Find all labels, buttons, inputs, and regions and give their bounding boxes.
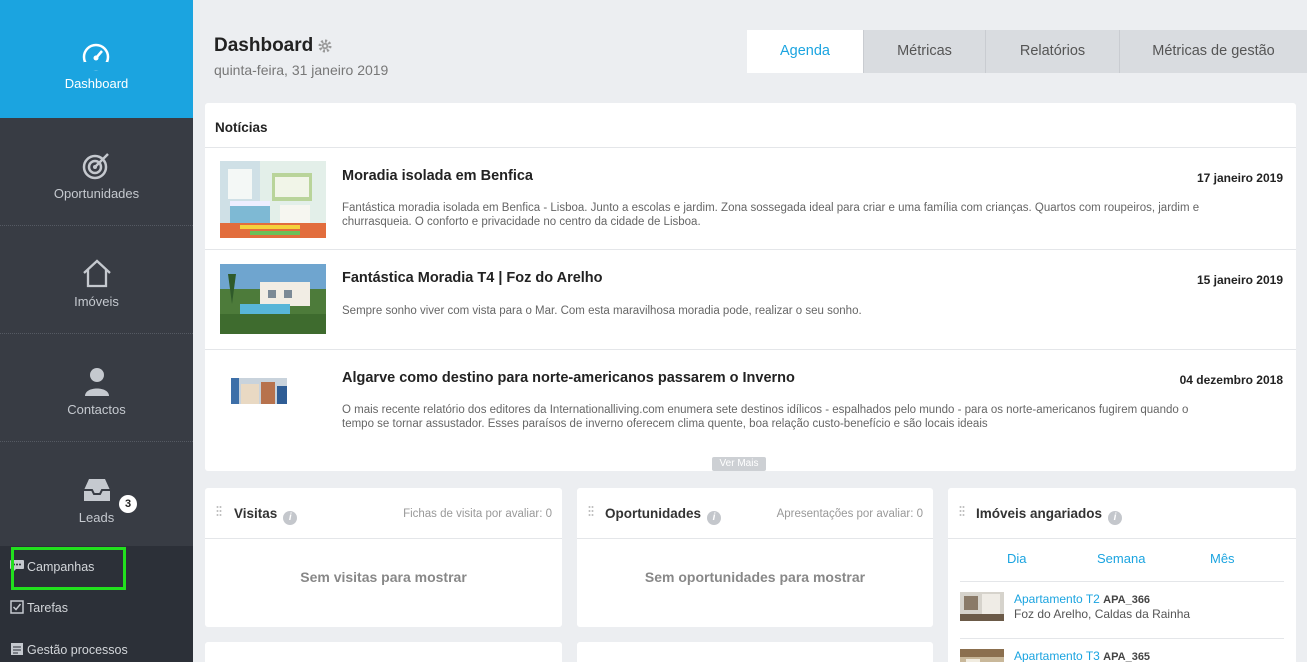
property-title[interactable]: Apartamento T3 — [1014, 649, 1100, 662]
sidebar-item-tarefas[interactable]: Tarefas — [10, 598, 68, 618]
property-name: Apartamento T3 APA_365 — [1014, 649, 1150, 662]
property-thumbnail — [960, 649, 1004, 662]
tab-metricas-gestao[interactable]: Métricas de gestão — [1119, 30, 1307, 73]
divider — [205, 538, 562, 539]
drag-handle-icon[interactable] — [588, 505, 594, 519]
sidebar-item-dashboard[interactable]: Dashboard — [0, 0, 193, 118]
inbox-icon — [84, 479, 110, 501]
property-item[interactable]: Apartamento T2 APA_366 Foz do Arelho, Ca… — [960, 586, 1280, 638]
widget-card — [577, 642, 933, 662]
sidebar-item-label: Tarefas — [27, 601, 68, 615]
sidebar-item-label: Dashboard — [64, 76, 129, 91]
sidebar: Dashboard Oportunidades Imóveis Contacto… — [0, 0, 193, 662]
info-icon[interactable]: i — [283, 511, 298, 525]
news-title[interactable]: Algarve como destino para norte-american… — [342, 370, 795, 386]
visitas-card: Visitas i Fichas de visita por avaliar: 0… — [205, 488, 562, 627]
villa-photo — [220, 264, 326, 334]
visitas-pending: Fichas de visita por avaliar: 0 — [403, 508, 552, 520]
property-name: Apartamento T2 APA_366 — [1014, 592, 1150, 606]
campanhas-highlight-box — [11, 547, 126, 590]
oportunidades-card: Oportunidades i Apresentações por avaliar… — [577, 488, 933, 627]
news-title[interactable]: Fantástica Moradia T4 | Foz do Arelho — [342, 270, 603, 286]
news-description: Fantástica moradia isolada em Benfica - … — [342, 202, 1200, 228]
sidebar-item-oportunidades[interactable]: Oportunidades — [0, 118, 193, 226]
tab-agenda[interactable]: Agenda — [747, 30, 863, 73]
tab-relatorios[interactable]: Relatórios — [985, 30, 1119, 73]
gear-icon[interactable] — [318, 39, 332, 53]
person-icon — [85, 368, 109, 396]
target-icon — [82, 153, 109, 180]
news-item[interactable]: Moradia isolada em Benfica 17 janeiro 20… — [205, 147, 1296, 249]
sidebar-item-label: Contactos — [67, 402, 126, 417]
see-more-button[interactable]: Ver Mais — [712, 457, 766, 471]
news-date: 15 janeiro 2019 — [1196, 273, 1283, 287]
property-ref: APA_366 — [1103, 594, 1151, 606]
sidebar-item-gestao-processos[interactable]: Gestão processos — [10, 640, 128, 660]
property-location: Foz do Arelho, Caldas da Rainha — [1014, 607, 1191, 621]
imoveis-angariados-card: Imóveis angariados i Dia Semana Mês Apart… — [948, 488, 1296, 662]
leads-count-badge: 3 — [119, 495, 137, 513]
info-icon[interactable]: i — [1108, 511, 1123, 525]
visitas-title: Visitas i — [234, 506, 298, 525]
divider — [577, 538, 933, 539]
sidebar-item-imoveis[interactable]: Imóveis — [0, 226, 193, 334]
apartment-photo — [960, 592, 1004, 621]
news-thumbnail — [220, 161, 326, 238]
oportunidades-pending: Apresentações por avaliar: 0 — [776, 508, 923, 520]
algarve-photo — [231, 378, 287, 404]
oportunidades-title: Oportunidades i — [605, 506, 722, 525]
sidebar-item-label: Leads — [78, 510, 115, 525]
angariados-title-text: Imóveis angariados — [976, 506, 1103, 521]
news-date: 04 dezembro 2018 — [1179, 373, 1283, 387]
tab-metricas[interactable]: Métricas — [863, 30, 985, 73]
period-mes[interactable]: Mês — [1210, 551, 1235, 566]
sidebar-item-contactos[interactable]: Contactos — [0, 334, 193, 442]
drag-handle-icon[interactable] — [959, 505, 965, 519]
news-heading: Notícias — [215, 120, 268, 135]
bedroom-photo — [220, 161, 326, 238]
divider — [948, 538, 1296, 539]
oportunidades-empty-message: Sem oportunidades para mostrar — [644, 569, 866, 585]
news-item[interactable]: Algarve como destino para norte-american… — [205, 349, 1296, 449]
sidebar-item-label: Oportunidades — [53, 186, 140, 201]
news-card: Notícias Moradia isolada em Benfica 17 j… — [205, 103, 1296, 471]
period-semana[interactable]: Semana — [1097, 551, 1145, 566]
oportunidades-title-text: Oportunidades — [605, 506, 702, 521]
angariados-title: Imóveis angariados i — [976, 506, 1123, 525]
sidebar-item-leads[interactable]: Leads — [0, 442, 193, 550]
news-description: Sempre sonho viver com vista para o Mar.… — [342, 305, 862, 317]
property-item[interactable]: Apartamento T3 APA_365 — [960, 643, 1280, 662]
document-icon — [11, 643, 23, 655]
property-thumbnail — [960, 592, 1004, 621]
house-icon — [83, 259, 111, 288]
info-icon[interactable]: i — [707, 511, 722, 525]
apartment-photo — [960, 649, 1004, 662]
period-dia[interactable]: Dia — [1007, 551, 1027, 566]
visitas-empty-message: Sem visitas para mostrar — [300, 569, 467, 585]
news-date: 17 janeiro 2019 — [1196, 171, 1283, 185]
page-date: quinta-feira, 31 janeiro 2019 — [214, 62, 389, 78]
dashboard-tabs: Agenda Métricas Relatórios Métricas de g… — [747, 30, 1307, 73]
page-title: Dashboard — [214, 35, 314, 56]
speedometer-icon — [82, 43, 110, 71]
news-title[interactable]: Moradia isolada em Benfica — [342, 168, 533, 184]
news-thumbnail — [220, 264, 326, 334]
widget-card — [205, 642, 562, 662]
drag-handle-icon[interactable] — [216, 505, 222, 519]
property-ref: APA_365 — [1103, 651, 1151, 662]
sidebar-item-label: Gestão processos — [27, 643, 128, 657]
divider — [960, 638, 1284, 639]
divider — [960, 581, 1284, 582]
checkbox-icon — [10, 600, 24, 614]
news-description: O mais recente relatório dos editores da… — [342, 404, 1189, 430]
visitas-title-text: Visitas — [234, 506, 278, 521]
sidebar-item-label: Imóveis — [74, 294, 119, 309]
news-thumbnail — [231, 378, 287, 404]
property-title[interactable]: Apartamento T2 — [1014, 592, 1100, 606]
news-item[interactable]: Fantástica Moradia T4 | Foz do Arelho 15… — [205, 249, 1296, 349]
